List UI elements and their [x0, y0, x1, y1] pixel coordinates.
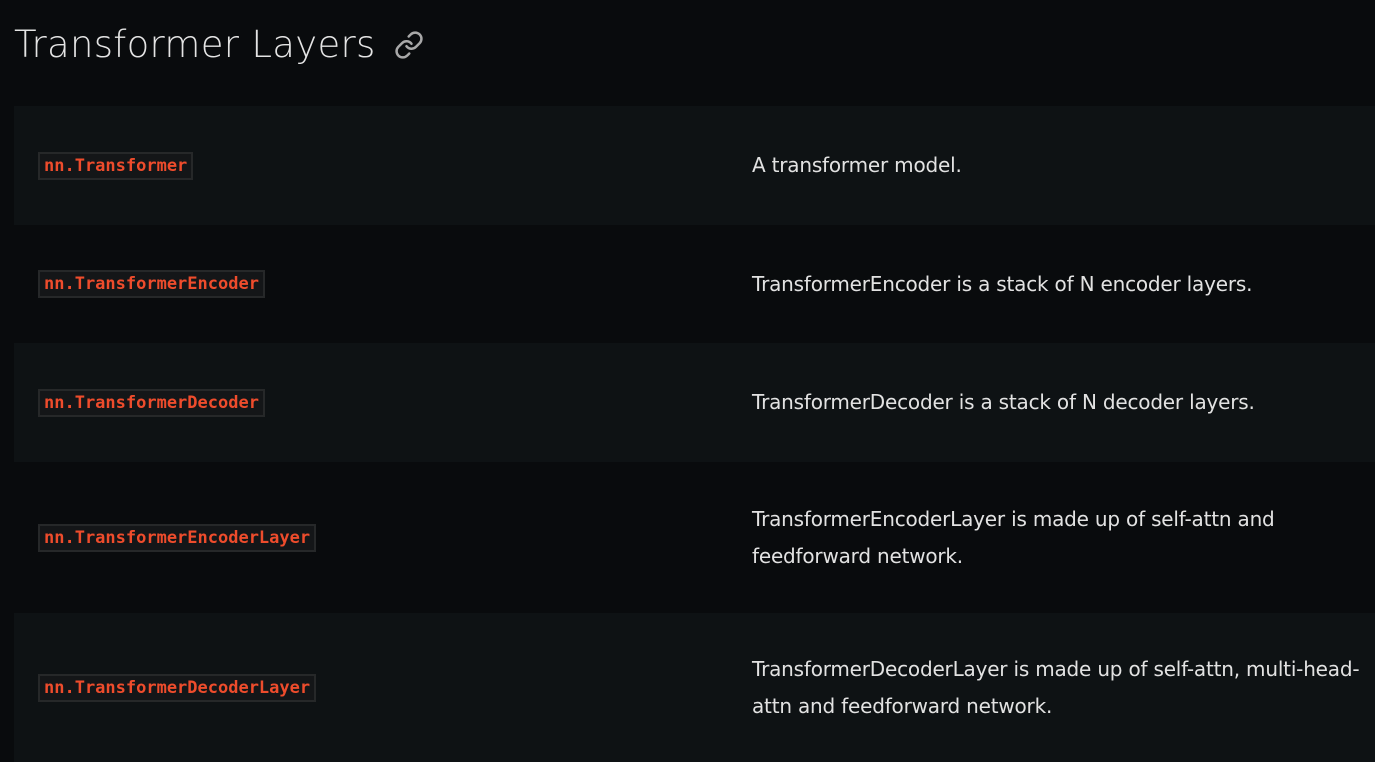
section-header: Transformer Layers [14, 22, 424, 68]
api-link[interactable]: nn.TransformerDecoder [38, 388, 265, 417]
name-cell: nn.Transformer [14, 151, 752, 180]
table-row: nn.TransformerEncoderLayer TransformerEn… [14, 462, 1375, 613]
description-cell: TransformerDecoder is a stack of N decod… [752, 390, 1255, 414]
api-link[interactable]: nn.TransformerEncoder [38, 270, 265, 298]
link-icon[interactable] [394, 30, 424, 60]
table-row: nn.Transformer A transformer model. [14, 106, 1375, 225]
description-cell: TransformerDecoderLayer is made up of se… [752, 656, 1360, 718]
name-cell: nn.TransformerEncoder [14, 270, 752, 298]
table-row: nn.TransformerDecoder TransformerDecoder… [14, 343, 1375, 462]
section-title: Transformer Layers [14, 23, 376, 66]
table-row: nn.TransformerEncoder TransformerEncoder… [14, 225, 1375, 343]
api-link[interactable]: nn.TransformerEncoderLayer [38, 523, 317, 552]
table-row: nn.TransformerDecoderLayer TransformerDe… [14, 613, 1375, 762]
api-table: nn.Transformer A transformer model. nn.T… [14, 106, 1375, 762]
description-cell: A transformer model. [752, 153, 962, 177]
api-link[interactable]: nn.TransformerDecoderLayer [38, 673, 317, 702]
name-cell: nn.TransformerEncoderLayer [14, 523, 752, 552]
description-cell: TransformerEncoderLayer is made up of se… [752, 506, 1275, 568]
api-link[interactable]: nn.Transformer [38, 151, 194, 180]
name-cell: nn.TransformerDecoderLayer [14, 673, 752, 702]
name-cell: nn.TransformerDecoder [14, 388, 752, 417]
description-cell: TransformerEncoder is a stack of N encod… [752, 271, 1253, 296]
